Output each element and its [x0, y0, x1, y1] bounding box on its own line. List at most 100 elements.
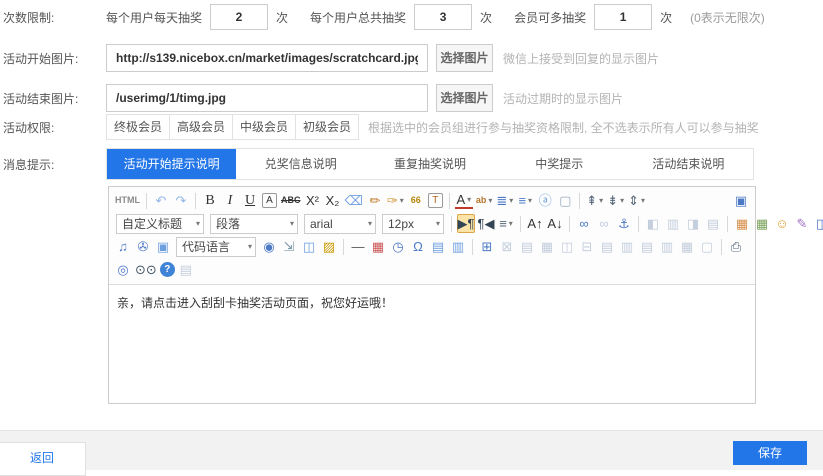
link-icon[interactable]: ∞	[575, 215, 593, 233]
member-option-button[interactable]: 终极会员	[106, 114, 170, 140]
increase-font-icon[interactable]: A↑	[526, 215, 544, 233]
italic-icon[interactable]: I	[221, 192, 239, 210]
unordered-list-icon[interactable]: ≡▾	[516, 192, 534, 210]
rtl-icon[interactable]: ¶◀	[477, 215, 495, 233]
split-cell-icon[interactable]: ⊟	[578, 238, 596, 256]
insert-code-icon[interactable]: ▣	[154, 238, 172, 256]
editor-content[interactable]: 亲，请点击进入刮刮卡抽奖活动页面，祝您好运哦！	[109, 285, 755, 407]
align-icon[interactable]: ≡▾	[497, 215, 515, 233]
back-button[interactable]: 返回	[0, 442, 86, 476]
chart-icon[interactable]: ▤	[429, 238, 447, 256]
quick-format-icon[interactable]: ▥	[449, 238, 467, 256]
table-title-icon[interactable]: ▦	[538, 238, 556, 256]
map-icon[interactable]: ◉	[260, 238, 278, 256]
find-replace-icon[interactable]: ⊙⊙	[134, 261, 158, 279]
subscript-icon[interactable]: X₂	[324, 192, 342, 210]
undo-icon[interactable]: ↶	[152, 192, 170, 210]
image-float-left-icon[interactable]: ◧	[644, 215, 662, 233]
save-button[interactable]: 保存	[733, 441, 807, 465]
limit-note: (0表示无限次)	[690, 9, 765, 26]
paste-text-icon[interactable]: T	[428, 193, 443, 208]
image-manager-icon[interactable]: ▦	[753, 215, 771, 233]
print-icon[interactable]: ⎙	[727, 238, 745, 256]
decrease-font-icon[interactable]: A↓	[546, 215, 564, 233]
end-image-pick-button[interactable]: 选择图片	[436, 84, 493, 112]
strikethrough-icon[interactable]: ABC	[280, 192, 302, 210]
bold-icon[interactable]: B	[201, 192, 219, 210]
full-table-icon[interactable]: ▦	[678, 238, 696, 256]
remove-format-icon[interactable]: ⌫	[344, 192, 364, 210]
font-color-icon[interactable]: A▾	[455, 193, 473, 209]
delete-row-icon[interactable]: ▤	[638, 238, 656, 256]
custom-title-select[interactable]: 自定义标题▾	[116, 214, 204, 234]
highlight-color-icon[interactable]: ab▾	[475, 192, 494, 210]
insert-row-icon[interactable]: ▤	[598, 238, 616, 256]
total-input[interactable]	[414, 4, 472, 30]
paste-icon[interactable]: ▤	[177, 261, 195, 279]
help-icon[interactable]: ?	[160, 262, 175, 277]
message-tab[interactable]: 中奖提示	[495, 149, 624, 179]
delete-table-icon[interactable]: ⊠	[498, 238, 516, 256]
message-tab[interactable]: 重复抽奖说明	[365, 149, 494, 179]
pagebreak-icon[interactable]: ⇲	[280, 238, 298, 256]
font-size-select[interactable]: 12px▾	[382, 214, 444, 234]
insert-col-icon[interactable]: ▥	[618, 238, 636, 256]
format-painter-icon[interactable]: ✑▾	[386, 192, 405, 210]
video-icon[interactable]: ◫	[813, 215, 823, 233]
fullscreen-icon[interactable]: ▣	[732, 192, 750, 210]
insert-image-icon[interactable]: ▦	[733, 215, 751, 233]
member-extra-input[interactable]	[594, 4, 652, 30]
special-char-icon[interactable]: Ω	[409, 238, 427, 256]
source-code-icon[interactable]: HTML	[114, 192, 141, 210]
scrawl-icon[interactable]: ✎	[793, 215, 811, 233]
merge-cells-icon[interactable]: ◫	[558, 238, 576, 256]
ltr-icon[interactable]: ▶¶	[457, 214, 475, 233]
anchor-tag-icon[interactable]: ⓐ	[536, 192, 554, 210]
emoji-icon[interactable]: ☺	[773, 215, 791, 233]
image-float-right-icon[interactable]: ◨	[684, 215, 702, 233]
preview-icon[interactable]: ◎	[114, 261, 132, 279]
underline-icon[interactable]: U	[241, 192, 259, 210]
start-image-input[interactable]	[106, 44, 428, 72]
member-extra-label: 会员可多抽奖	[514, 9, 586, 26]
image-center-icon[interactable]: ▤	[704, 215, 722, 233]
paragraph-spacing-icon[interactable]: ⇟▾	[606, 192, 625, 210]
delete-col-icon[interactable]: ▥	[658, 238, 676, 256]
redo-icon[interactable]: ↷	[172, 192, 190, 210]
table-caption-icon[interactable]: ▤	[518, 238, 536, 256]
superscript-icon[interactable]: X²	[304, 192, 322, 210]
message-tab[interactable]: 兑奖信息说明	[236, 149, 365, 179]
member-option-button[interactable]: 中级会员	[232, 114, 296, 140]
member-option-button[interactable]: 初级会员	[295, 114, 359, 140]
anchor-icon[interactable]: ⚓	[615, 215, 633, 233]
member-option-button[interactable]: 高级会员	[169, 114, 233, 140]
insert-table-icon[interactable]: ⊞	[478, 238, 496, 256]
paragraph-select[interactable]: 段落▾	[210, 214, 298, 234]
font-family-select[interactable]: arial▾	[304, 214, 376, 234]
time-icon[interactable]: ◷	[389, 238, 407, 256]
doc-template-icon[interactable]: ▢	[698, 238, 716, 256]
date-icon[interactable]: ▦	[369, 238, 387, 256]
new-document-icon[interactable]: ▢	[556, 192, 574, 210]
snapshot-icon[interactable]: ▨	[320, 238, 338, 256]
start-image-pick-button[interactable]: 选择图片	[436, 44, 493, 72]
format-brush-icon[interactable]: ✏	[366, 192, 384, 210]
per-day-input[interactable]	[210, 4, 268, 30]
end-image-input[interactable]	[106, 84, 428, 112]
line-height-icon[interactable]: ⇕▾	[627, 192, 646, 210]
blockquote-icon[interactable]: 66	[407, 192, 425, 210]
bordered-text-icon[interactable]: A	[262, 193, 277, 208]
horizontal-rule-icon[interactable]: —	[349, 238, 367, 256]
columns-icon[interactable]: ◫	[300, 238, 318, 256]
message-tab[interactable]: 活动开始提示说明	[107, 149, 236, 179]
unlink-icon[interactable]: ∞	[595, 215, 613, 233]
start-image-row: 活动开始图片: 选择图片 微信上接受到回复的显示图片	[0, 44, 823, 72]
image-inline-icon[interactable]: ▥	[664, 215, 682, 233]
indent-first-line-icon[interactable]: ⇞▾	[585, 192, 604, 210]
attachment-icon[interactable]: ✇	[134, 238, 152, 256]
ordered-list-icon[interactable]: ≣▾	[495, 192, 514, 210]
code-language-select[interactable]: 代码语言▾	[176, 237, 256, 257]
message-tab[interactable]: 活动结束说明	[624, 149, 753, 179]
message-row: 消息提示: 活动开始提示说明兑奖信息说明重复抽奖说明中奖提示活动结束说明	[0, 148, 823, 180]
music-icon[interactable]: ♫	[114, 238, 132, 256]
